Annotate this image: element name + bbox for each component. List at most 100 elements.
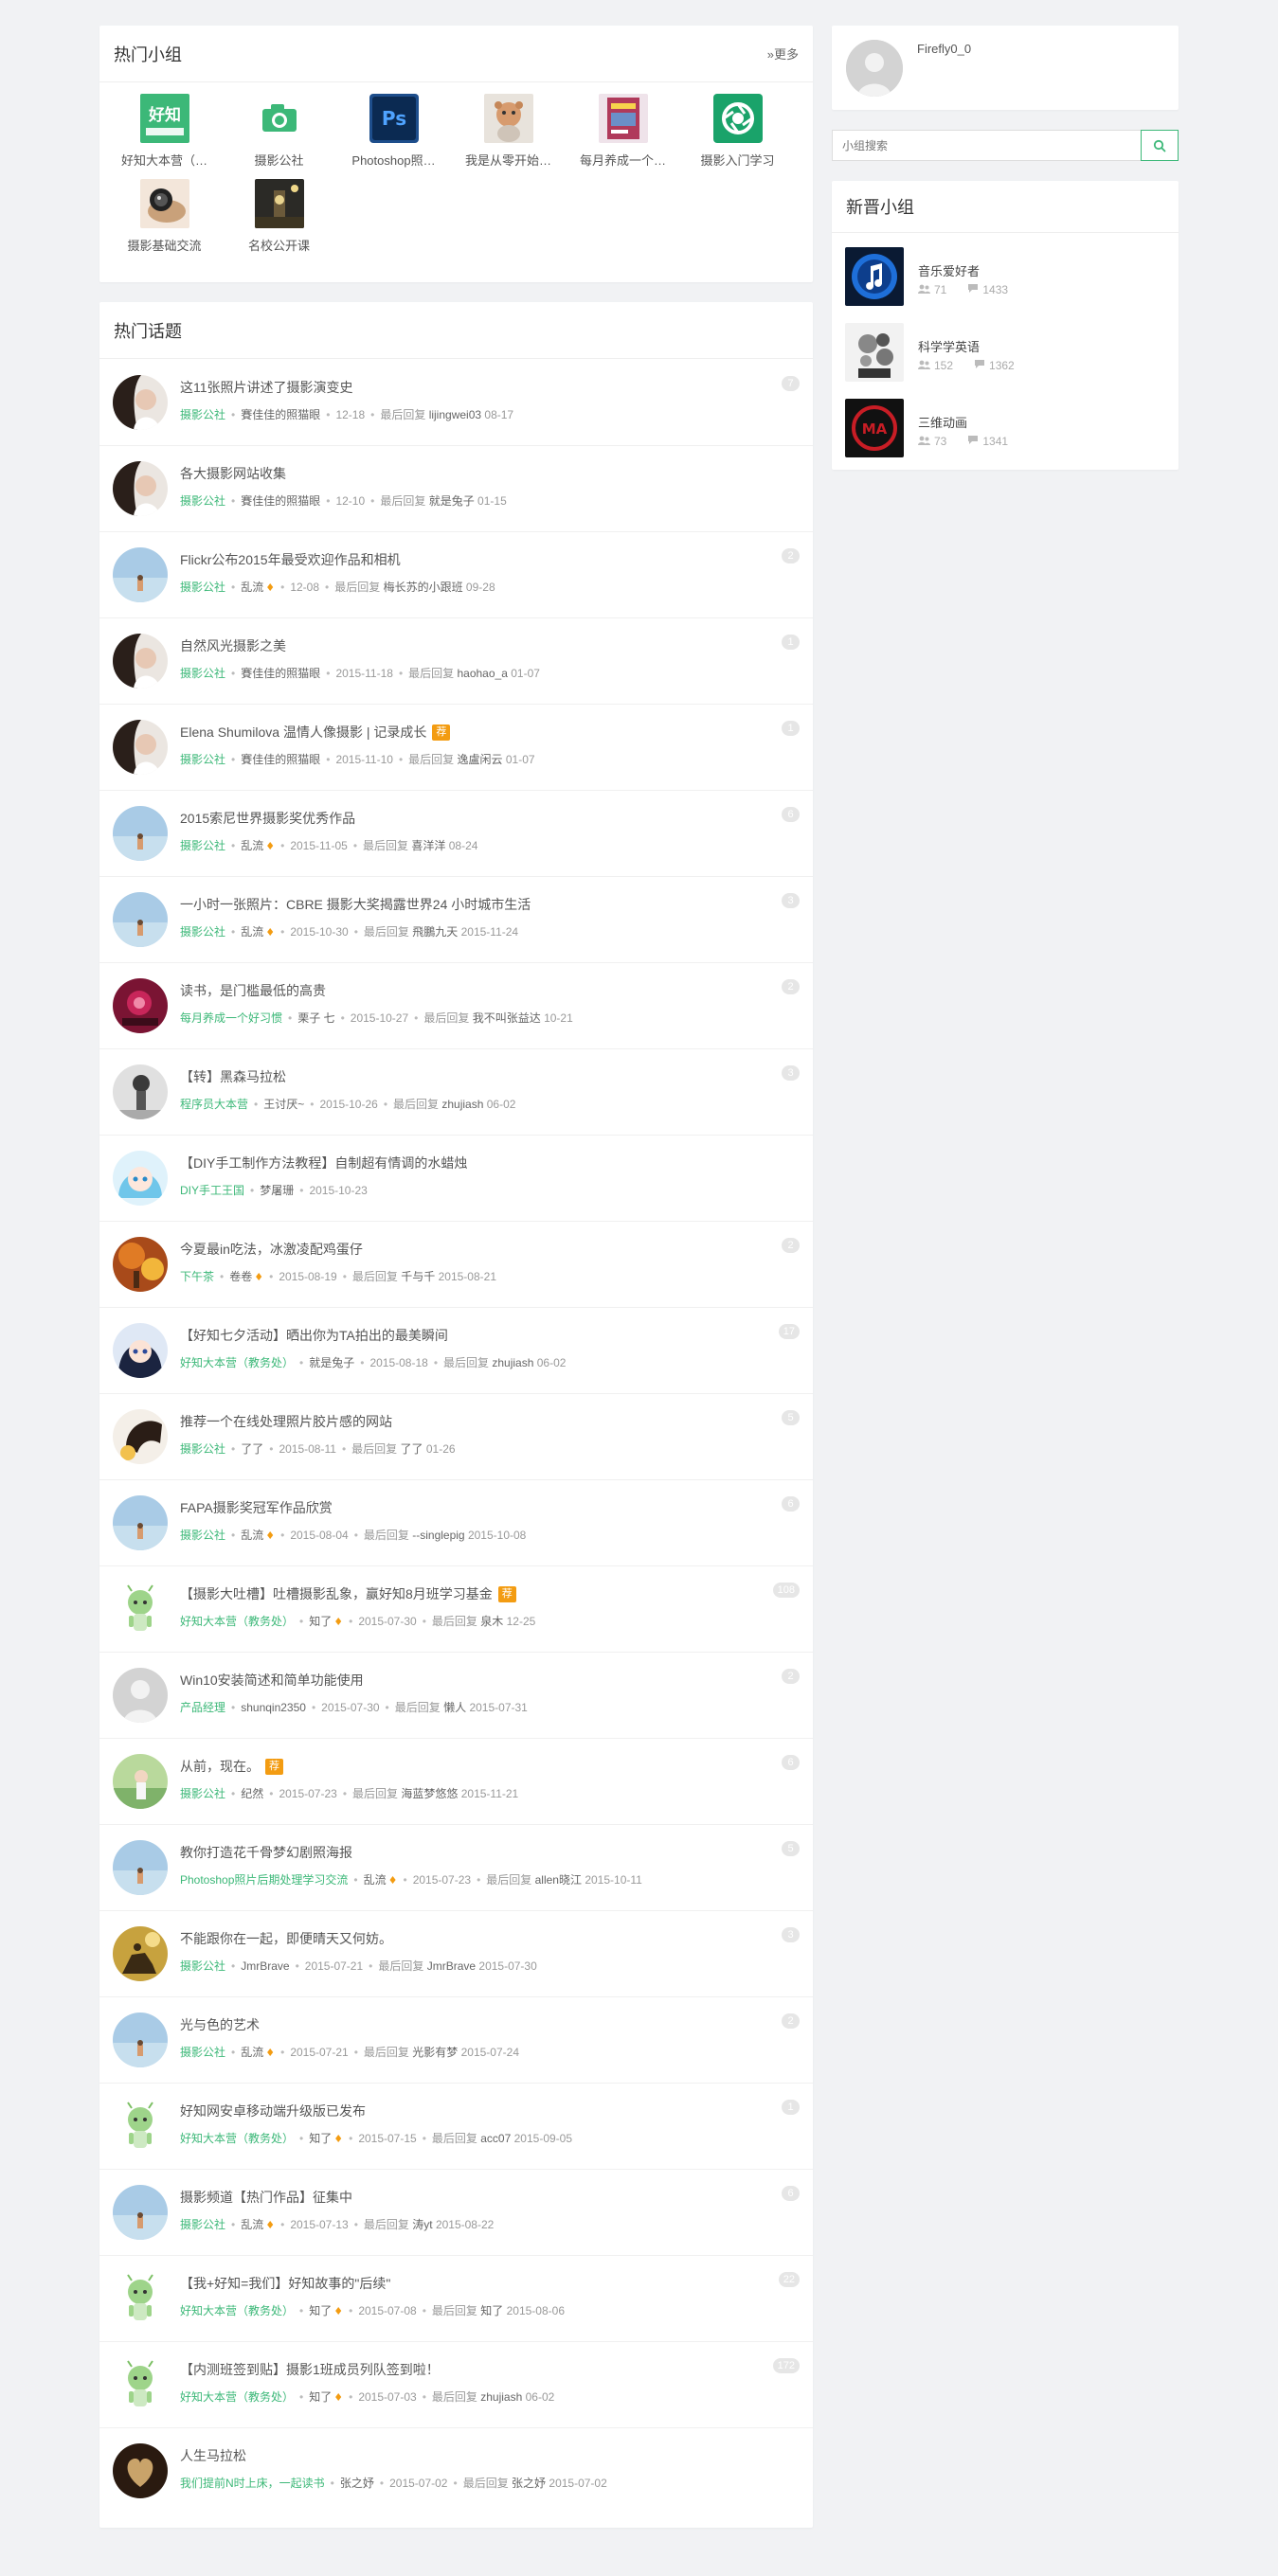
last-reply-user[interactable]: haohao_a (457, 667, 507, 680)
author-link[interactable]: 知了 (309, 1615, 332, 1628)
last-reply-user[interactable]: 千与千 (401, 1270, 435, 1283)
last-reply-user[interactable]: lijingwei03 (429, 408, 481, 421)
topic-row[interactable]: Win10安装简述和简单功能使用 产品经理 • shunqin2350 • 2015-07… (99, 1653, 813, 1739)
avatar[interactable] (113, 1754, 168, 1809)
group-link[interactable]: 产品经理 (180, 1701, 225, 1714)
group-link[interactable]: 我们提前N时上床，一起读书 (180, 2477, 325, 2490)
group-link[interactable]: 每月养成一个好习惯 (180, 1011, 282, 1025)
last-reply-user[interactable]: 喜洋洋 (411, 839, 445, 852)
topic-title-link[interactable]: 2015索尼世界摄影奖优秀作品 (180, 809, 355, 828)
group-link[interactable]: 摄影公社 (180, 1959, 225, 1973)
last-reply-user[interactable]: acc07 (480, 2132, 511, 2145)
group-item[interactable]: Ps Photoshop照… (336, 94, 451, 179)
author-link[interactable]: shunqin2350 (241, 1701, 306, 1714)
last-reply-user[interactable]: zhujiash (480, 2390, 522, 2404)
topic-row[interactable]: 从前，现在。荐摄影公社 • 纪然 • 2015-07-23 • 最后回复 海蓝梦悠悠 201… (99, 1739, 813, 1825)
group-link[interactable]: 好知大本营（教务处） (180, 1615, 294, 1628)
topic-row[interactable]: 【转】黑森马拉松 程序员大本营 • 王讨厌~ • 2015-10-26 • 最后回复 zhuj… (99, 1049, 813, 1136)
topic-row[interactable]: 【DIY手工制作方法教程】自制超有情调的水蜡烛 DIY手工王国 • 梦屠珊 • 2015-… (99, 1136, 813, 1222)
topic-title-link[interactable]: Elena Shumilova 温情人像摄影 | 记录成长 (180, 723, 426, 742)
topic-row[interactable]: Elena Shumilova 温情人像摄影 | 记录成长荐摄影公社 • 賽佳佳的照… (99, 705, 813, 791)
last-reply-user[interactable]: zhujiash (441, 1098, 483, 1111)
author-link[interactable]: 乱流 (241, 2218, 263, 2231)
group-item[interactable]: 摄影公社 (222, 94, 336, 179)
author-link[interactable]: 知了 (309, 2390, 332, 2404)
author-link[interactable]: 乱流 (241, 2046, 263, 2059)
new-group-name[interactable]: 三维动画 (918, 413, 967, 431)
group-link[interactable]: 摄影公社 (180, 667, 225, 680)
topic-row[interactable]: 教你打造花千骨梦幻剧照海报 Photoshop照片后期处理学习交流 • 乱流 ♦ • 201… (99, 1825, 813, 1911)
group-link[interactable]: 摄影公社 (180, 2218, 225, 2231)
topic-row[interactable]: 光与色的艺术 摄影公社 • 乱流 ♦ • 2015-07-21 • 最后回复 光影有梦 2015… (99, 1997, 813, 2084)
avatar[interactable] (113, 1323, 168, 1378)
last-reply-user[interactable]: --singlepig (412, 1529, 464, 1542)
author-link[interactable]: 賽佳佳的照猫眼 (241, 494, 320, 508)
author-link[interactable]: 张之妤 (340, 2477, 374, 2490)
user-name[interactable]: Firefly0_0 (917, 42, 971, 56)
topic-title-link[interactable]: 教你打造花千骨梦幻剧照海报 (180, 1843, 352, 1862)
topic-title-link[interactable]: 各大摄影网站收集 (180, 464, 286, 483)
author-link[interactable]: 梦屠珊 (260, 1184, 294, 1197)
last-reply-user[interactable]: 泉木 (480, 1615, 503, 1628)
author-link[interactable]: 知了 (309, 2304, 332, 2317)
topic-row[interactable]: 【内测班签到贴】摄影1班成员列队签到啦！ 好知大本营（教务处） • 知了 ♦ • 2015-… (99, 2342, 813, 2428)
last-reply-user[interactable]: 就是兔子 (429, 494, 475, 508)
group-item[interactable]: 好知 好知大本营（… (107, 94, 222, 179)
avatar[interactable] (113, 720, 168, 775)
group-link[interactable]: Photoshop照片后期处理学习交流 (180, 1873, 348, 1887)
avatar[interactable] (113, 1237, 168, 1292)
topic-title-link[interactable]: 【内测班签到贴】摄影1班成员列队签到啦！ (180, 2360, 440, 2379)
maya-logo-icon[interactable]: MA (845, 399, 904, 457)
topic-row[interactable]: 人生马拉松 我们提前N时上床，一起读书 • 张之妤 • 2015-07-02 • 最后回复 张… (99, 2428, 813, 2514)
topic-row[interactable]: 2015索尼世界摄影奖优秀作品 摄影公社 • 乱流 ♦ • 2015-11-05 • 最后回复 … (99, 791, 813, 877)
last-reply-user[interactable]: 张之妤 (512, 2477, 546, 2490)
default-avatar-icon[interactable] (846, 40, 903, 97)
topic-title-link[interactable]: 推荐一个在线处理照片胶片感的网站 (180, 1412, 392, 1431)
author-link[interactable]: JmrBrave (241, 1959, 289, 1973)
last-reply-user[interactable]: 我不叫张益达 (473, 1011, 541, 1025)
group-link[interactable]: 摄影公社 (180, 1442, 225, 1456)
avatar[interactable] (113, 2443, 168, 2498)
last-reply-user[interactable]: 飛鵬九天 (412, 925, 458, 939)
topic-title-link[interactable]: 不能跟你在一起，即便晴天又何妨。 (180, 1929, 392, 1948)
avatar[interactable] (113, 2012, 168, 2067)
topic-row[interactable]: 摄影频道【热门作品】征集中 摄影公社 • 乱流 ♦ • 2015-07-13 • 最后回复 涛y… (99, 2170, 813, 2256)
topic-row[interactable]: 推荐一个在线处理照片胶片感的网站 摄影公社 • 了了 • 2015-08-11 • 最后回复 … (99, 1394, 813, 1480)
topic-title-link[interactable]: 这11张照片讲述了摄影演变史 (180, 378, 353, 397)
topic-title-link[interactable]: 读书，是门槛最低的高贵 (180, 981, 326, 1000)
brain-gears-icon[interactable] (845, 323, 904, 382)
author-link[interactable]: 乱流 (241, 581, 263, 594)
topic-row[interactable]: 【好知七夕活动】晒出你为TA拍出的最美瞬间 好知大本营（教务处） • 就是兔子 • 201… (99, 1308, 813, 1394)
last-reply-user[interactable]: 涛yt (412, 2218, 432, 2231)
topic-row[interactable]: 读书，是门槛最低的高贵 每月养成一个好习惯 • 栗子 七 • 2015-10-27 • 最后回… (99, 963, 813, 1049)
avatar[interactable] (113, 2271, 168, 2326)
topic-row[interactable]: 【我+好知=我们】好知故事的"后续" 好知大本营（教务处） • 知了 ♦ • 2015-07… (99, 2256, 813, 2342)
avatar[interactable] (113, 375, 168, 430)
last-reply-user[interactable]: 梅长苏的小跟班 (384, 581, 463, 594)
group-link[interactable]: 好知大本营（教务处） (180, 2304, 294, 2317)
topic-row[interactable]: 好知网安卓移动端升级版已发布 好知大本营（教务处） • 知了 ♦ • 2015-07-15 •… (99, 2084, 813, 2170)
topic-row[interactable]: Flickr公布2015年最受欢迎作品和相机 摄影公社 • 乱流 ♦ • 12-08 • 最后回… (99, 532, 813, 618)
topic-title-link[interactable]: 【好知七夕活动】晒出你为TA拍出的最美瞬间 (180, 1326, 448, 1345)
group-link[interactable]: 摄影公社 (180, 1787, 225, 1800)
new-group-item[interactable]: MA 三维动画 73 1341 (845, 399, 1167, 457)
avatar[interactable] (113, 806, 168, 861)
group-link[interactable]: 程序员大本营 (180, 1098, 248, 1111)
last-reply-user[interactable]: 海蓝梦悠悠 (401, 1787, 458, 1800)
topic-title-link[interactable]: 【DIY手工制作方法教程】自制超有情调的水蜡烛 (180, 1154, 467, 1172)
topic-title-link[interactable]: 从前，现在。 (180, 1757, 260, 1776)
group-link[interactable]: 摄影公社 (180, 1529, 225, 1542)
author-link[interactable]: 賽佳佳的照猫眼 (241, 753, 320, 766)
last-reply-user[interactable]: zhujiash (492, 1356, 533, 1369)
topic-row[interactable]: 今夏最in吃法，冰激凌配鸡蛋仔 下午茶 • 卷卷 ♦ • 2015-08-19 • 最后回复 千… (99, 1222, 813, 1308)
last-reply-user[interactable]: 了了 (400, 1442, 423, 1456)
last-reply-user[interactable]: 光影有梦 (412, 2046, 458, 2059)
group-item[interactable]: 摄影入门学习 (680, 94, 795, 179)
more-groups-link[interactable]: »更多 (767, 45, 799, 63)
topic-row[interactable]: 【摄影大吐槽】吐槽摄影乱象，赢好知8月班学习基金荐好知大本营（教务处） • 知了 ♦ •… (99, 1566, 813, 1653)
group-link[interactable]: 好知大本营（教务处） (180, 2390, 294, 2404)
author-link[interactable]: 栗子 七 (297, 1011, 334, 1025)
music-note-icon[interactable] (845, 247, 904, 306)
topic-title-link[interactable]: 【我+好知=我们】好知故事的"后续" (180, 2274, 390, 2293)
search-button[interactable] (1141, 130, 1179, 161)
